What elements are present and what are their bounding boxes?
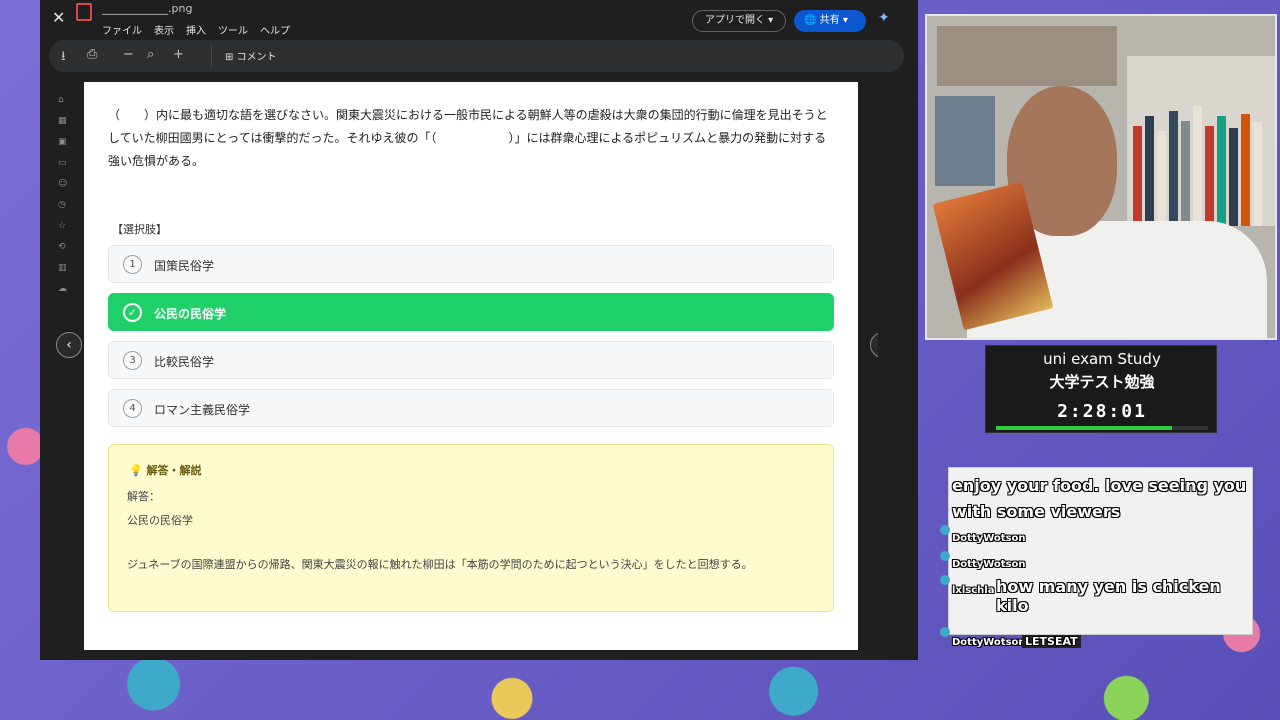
menu-insert[interactable]: 挿入 — [186, 22, 206, 37]
choice-4[interactable]: 4 ロマン主義民俗学 — [108, 389, 834, 427]
timer-subtitle: 大学テスト勉強 — [1049, 373, 1155, 391]
chat-badge-icon — [940, 551, 950, 561]
choice-label: ロマン主義民俗学 — [154, 403, 251, 417]
chat-badge-icon — [940, 627, 950, 637]
chat-emote: LETSEAT — [1022, 635, 1081, 648]
print-icon[interactable]: ⎙ — [87, 47, 97, 62]
chat-badge-icon — [940, 525, 950, 535]
zoom-in-icon[interactable]: + — [173, 47, 184, 62]
question-text: （ ）内に最も適切な語を選びなさい。関東大震災における一般市民による朝鮮人等の虐… — [108, 108, 828, 168]
image-icon[interactable]: ▣ — [58, 137, 74, 147]
comment-label: コメント — [236, 52, 277, 63]
answer-explanation: ジュネーブの国際連盟からの帰路、関東大震災の報に触れた柳田は「本筋の学問のために… — [127, 558, 753, 571]
download-icon[interactable]: ⭳ — [61, 47, 66, 69]
menu-view[interactable]: 表示 — [154, 22, 174, 37]
chat-overlay: enjoy your food. love seeing you with so… — [940, 467, 1253, 657]
left-rail: ⌂ ▦ ▣ ▭ ☺ ◷ ☆ ⟲ ▥ ☁ — [58, 95, 74, 294]
chat-badge-icon — [940, 575, 950, 585]
choices-heading: 【選択肢】 — [112, 223, 167, 236]
bookshelf — [1127, 56, 1275, 226]
open-with-app-button[interactable]: アプリで開く ▾ — [692, 10, 787, 32]
choice-label: 比較民俗学 — [154, 355, 215, 369]
close-icon[interactable]: ✕ — [52, 8, 65, 27]
timer-title: uni exam Study — [1043, 350, 1161, 368]
chat-username: lxlschla — [952, 585, 995, 596]
trash-icon[interactable]: ▥ — [58, 263, 74, 273]
webcam-feed — [925, 14, 1277, 340]
comment-button[interactable]: ⊞ コメント — [225, 48, 277, 63]
document-name[interactable]: ____________.png — [102, 2, 192, 15]
chat-username: DottyWotson — [952, 533, 1026, 544]
choice-label: 公民の民俗学 — [154, 307, 227, 321]
doc-file-icon — [76, 3, 92, 21]
cloud-icon[interactable]: ☁ — [58, 284, 74, 294]
answer-value: 公民の民俗学 — [127, 514, 193, 527]
timer-time: 2:28:01 — [1057, 401, 1147, 422]
home-icon[interactable]: ⌂ — [58, 95, 74, 105]
zoom-out-icon[interactable]: − — [123, 47, 134, 62]
document-page: （ ）内に最も適切な語を選びなさい。関東大震災における一般市民による朝鮮人等の虐… — [84, 82, 858, 650]
choice-number: 4 — [123, 399, 142, 418]
choice-2[interactable]: ✓ 公民の民俗学 — [108, 293, 834, 331]
docs-right-strip — [878, 80, 918, 640]
choice-number: 3 — [123, 351, 142, 370]
choice-3[interactable]: 3 比較民俗学 — [108, 341, 834, 379]
menu-tools[interactable]: ツール — [218, 22, 248, 37]
gemini-icon[interactable]: ✦ — [878, 10, 890, 26]
chat-message-top: enjoy your food. love seeing you with so… — [952, 476, 1247, 521]
wall-posters — [937, 26, 1117, 86]
choice-label: 国策民俗学 — [154, 259, 215, 273]
wall-poster — [935, 96, 995, 186]
prev-page-button[interactable]: ‹ — [56, 332, 82, 358]
share-label: 共有 ▾ — [819, 15, 848, 26]
menu-file[interactable]: ファイル — [102, 22, 142, 37]
menu-help[interactable]: ヘルプ — [260, 22, 290, 37]
study-timer: uni exam Study 大学テスト勉強 2:28:01 — [985, 345, 1217, 433]
title-bar: ✕ ____________.png ファイル 表示 挿入 ツール ヘルプ アプ… — [40, 0, 918, 37]
window-icon[interactable]: ▭ — [58, 158, 74, 168]
clock-icon[interactable]: ◷ — [58, 200, 74, 210]
answer-explanation-box: 💡 解答・解説 解答： 公民の民俗学 ジュネーブの国際連盟からの帰路、関東大震災… — [108, 444, 834, 612]
people-icon[interactable]: ☺ — [58, 179, 74, 189]
choice-number: 1 — [123, 255, 142, 274]
answer-heading: 💡 解答・解説 — [129, 464, 202, 477]
choice-1[interactable]: 1 国策民俗学 — [108, 245, 834, 283]
chat-message: how many yen is chicken kilo — [996, 577, 1221, 615]
menu-bar: ファイル 表示 挿入 ツール ヘルプ — [102, 22, 290, 37]
toolbar: ⭳ ⎙ − ⌕ + ⊞ コメント — [49, 40, 904, 72]
zoom-icon[interactable]: ⌕ — [147, 47, 154, 62]
check-icon: ✓ — [123, 303, 142, 322]
timer-progress-fill — [996, 426, 1172, 430]
history-icon[interactable]: ⟲ — [58, 242, 74, 252]
star-icon[interactable]: ☆ — [58, 221, 74, 231]
answer-label: 解答： — [127, 490, 160, 503]
toolbar-divider — [211, 44, 212, 68]
share-button[interactable]: 🌐 共有 ▾ — [794, 10, 866, 32]
timer-progress-bar — [996, 426, 1208, 430]
chat-username: DottyWotson — [952, 559, 1026, 570]
chat-username: DottyWotson — [952, 637, 1026, 648]
grid-icon[interactable]: ▦ — [58, 116, 74, 126]
